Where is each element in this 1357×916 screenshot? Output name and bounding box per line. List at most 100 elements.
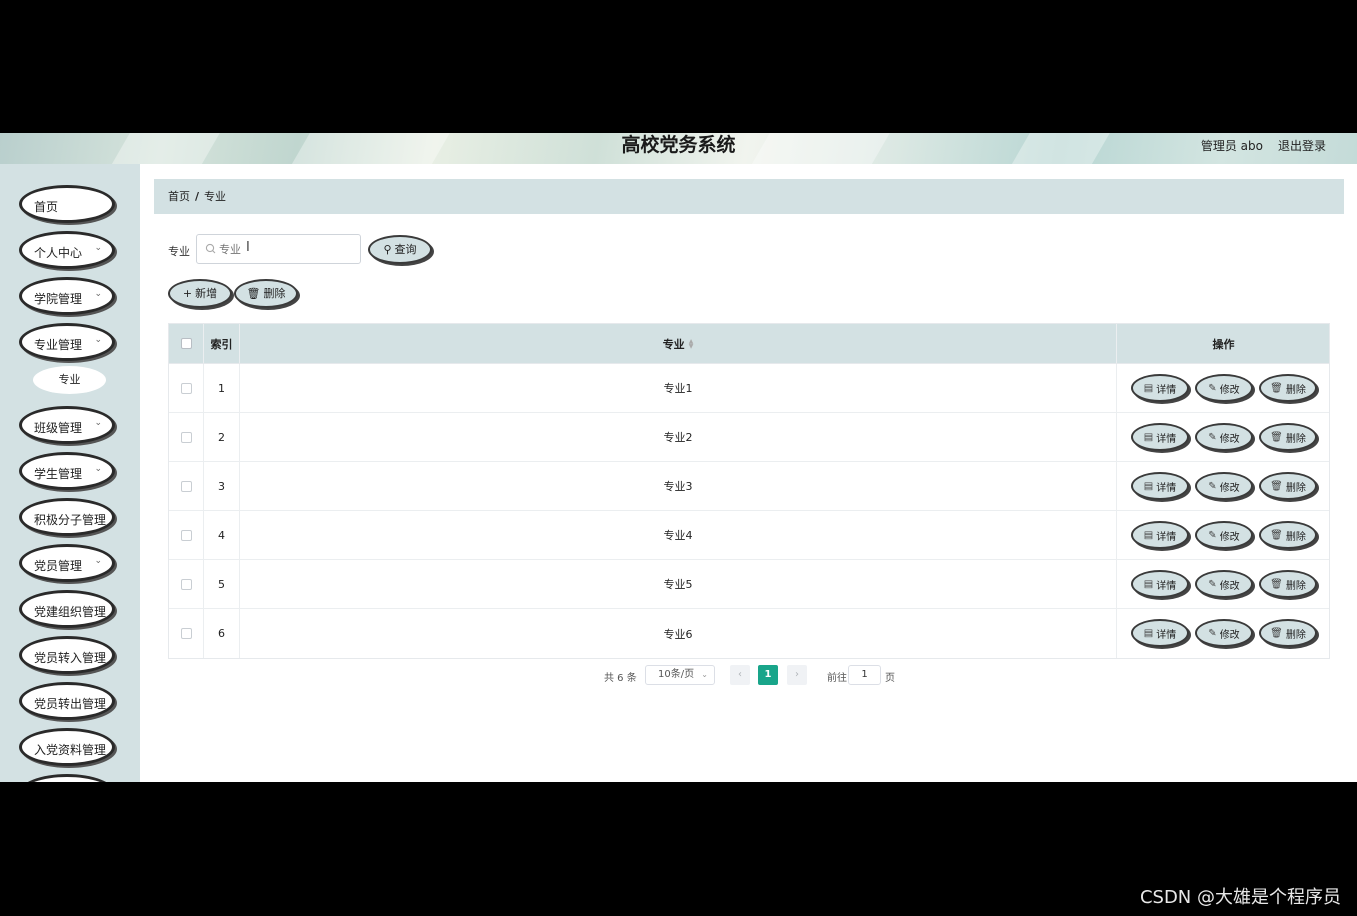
row-checkbox[interactable] [180,529,192,541]
sidebar-item-label: 学院管理 [34,292,83,306]
row-index: 2 [204,413,240,461]
sidebar-item-home[interactable]: 首页 [19,185,115,223]
edit-icon: ✎ [1208,627,1217,639]
row-checkbox[interactable] [180,382,192,394]
sidebar-item-label: 党员转出管理 [34,697,107,711]
sidebar-item-label: 首页 [34,200,59,214]
row-actions: ▤ 详情 ✎ 修改 🗑 删除 [1117,413,1330,461]
chevron-left-icon: ‹ [738,669,742,680]
row-check-cell [169,413,204,461]
header-major[interactable]: 专业 ▲ ▼ [240,324,1117,363]
detail-button[interactable]: ▤ 详情 [1131,619,1189,647]
select-all-cell [169,324,204,363]
chevron-right-icon: › [795,669,799,680]
sidebar-subitem-major[interactable]: 专业 [33,366,106,394]
row-checkbox[interactable] [180,480,192,492]
delete-button-label: 删除 [1285,580,1306,592]
trash-icon: 🗑 [1270,480,1283,492]
delete-button-label: 删除 [1285,433,1306,445]
detail-button[interactable]: ▤ 详情 [1131,521,1189,549]
add-button-label: 新增 [195,287,218,300]
document-icon: ▤ [1143,480,1154,492]
sidebar-item-label: 个人中心 [34,246,83,260]
sort-icon[interactable]: ▲ ▼ [689,338,694,349]
edit-button[interactable]: ✎ 修改 [1195,423,1253,451]
row-index: 1 [204,364,240,412]
detail-button-label: 详情 [1156,482,1177,494]
sidebar-item-more[interactable] [19,774,115,782]
detail-button-label: 详情 [1156,629,1177,641]
next-page-button[interactable]: › [787,665,807,685]
trash-icon: 🗑 [246,287,261,300]
current-user-label: 管理员 abo [1200,139,1263,153]
edit-button[interactable]: ✎ 修改 [1195,619,1253,647]
row-actions: ▤ 详情 ✎ 修改 🗑 删除 [1117,511,1330,559]
detail-button[interactable]: ▤ 详情 [1131,570,1189,598]
detail-button[interactable]: ▤ 详情 [1131,472,1189,500]
row-actions: ▤ 详情 ✎ 修改 🗑 删除 [1117,462,1330,510]
sidebar-item-party-organization[interactable]: 党建组织管理 [19,590,115,628]
search-input[interactable] [219,241,349,257]
top-header: 高校党务系统 管理员 abo 退出登录 [0,133,1357,164]
document-icon: ▤ [1143,578,1154,590]
row-major-name: 专业3 [240,462,1117,510]
pagination: 共 6 条 10条/页 ⌄ ‹ 1 › 前往 1 页 [0,665,1357,687]
add-button[interactable]: + 新增 [168,279,232,308]
sidebar-item-personal-center[interactable]: 个人中心 ⌄ [19,231,115,269]
row-index: 5 [204,560,240,608]
search-icon [205,243,216,254]
bulk-delete-label: 删除 [263,287,286,300]
table-row: 5 专业5 ▤ 详情 ✎ 修改 🗑 删除 [169,560,1329,609]
document-icon: ▤ [1143,529,1154,541]
delete-button[interactable]: 🗑 删除 [1259,570,1317,598]
sidebar-item-member-transfer-out[interactable]: 党员转出管理 [19,682,115,720]
delete-button[interactable]: 🗑 删除 [1259,374,1317,402]
sidebar-item-student-management[interactable]: 学生管理 ⌄ [19,452,115,490]
row-index: 3 [204,462,240,510]
header-major-label: 专业 [662,337,685,351]
bulk-delete-button[interactable]: 🗑 删除 [234,279,298,308]
sidebar-item-major-management[interactable]: 专业管理 ⌄ [19,323,115,361]
edit-icon: ✎ [1208,382,1217,394]
sidebar-item-party-member-management[interactable]: 党员管理 ⌄ [19,544,115,582]
prev-page-button[interactable]: ‹ [730,665,750,685]
delete-button[interactable]: 🗑 删除 [1259,472,1317,500]
page-size-select[interactable]: 10条/页 ⌄ [645,665,715,685]
sidebar-item-label: 入党资料管理 [34,743,107,757]
goto-page-input[interactable]: 1 [848,665,881,685]
sidebar-item-application-materials[interactable]: 入党资料管理 [19,728,115,766]
edit-button[interactable]: ✎ 修改 [1195,570,1253,598]
sidebar-item-class-management[interactable]: 班级管理 ⌄ [19,406,115,444]
table-row: 6 专业6 ▤ 详情 ✎ 修改 🗑 删除 [169,609,1329,658]
pagination-total: 共 6 条 [604,673,637,684]
chevron-down-icon: ⌄ [94,289,102,299]
edit-button[interactable]: ✎ 修改 [1195,521,1253,549]
row-actions: ▤ 详情 ✎ 修改 🗑 删除 [1117,364,1330,412]
chevron-down-icon: ⌄ [94,418,102,428]
detail-button[interactable]: ▤ 详情 [1131,423,1189,451]
query-button[interactable]: ⚲ 查询 [368,235,432,264]
detail-button[interactable]: ▤ 详情 [1131,374,1189,402]
chevron-down-icon: ⌄ [94,335,102,345]
app-title: 高校党务系统 [621,134,736,156]
row-checkbox[interactable] [180,578,192,590]
delete-button[interactable]: 🗑 删除 [1259,423,1317,451]
table-header: 索引 专业 ▲ ▼ 操作 [169,324,1329,364]
page-number-current[interactable]: 1 [758,665,778,685]
delete-button-label: 删除 [1285,531,1306,543]
select-all-checkbox[interactable] [180,338,192,349]
breadcrumb-home[interactable]: 首页 [168,190,190,203]
delete-button[interactable]: 🗑 删除 [1259,521,1317,549]
edit-button[interactable]: ✎ 修改 [1195,374,1253,402]
logout-link[interactable]: 退出登录 [1278,137,1326,154]
row-checkbox[interactable] [180,628,192,639]
sidebar-item-college-management[interactable]: 学院管理 ⌄ [19,277,115,315]
edit-button[interactable]: ✎ 修改 [1195,472,1253,500]
row-checkbox[interactable] [180,431,192,443]
chevron-down-icon: ⌄ [94,556,102,566]
search-input-wrapper[interactable]: I [196,234,361,264]
row-actions: ▤ 详情 ✎ 修改 🗑 删除 [1117,560,1330,608]
delete-button[interactable]: 🗑 删除 [1259,619,1317,647]
edit-button-label: 修改 [1219,629,1240,641]
sidebar-item-activist-management[interactable]: 积极分子管理 [19,498,115,536]
